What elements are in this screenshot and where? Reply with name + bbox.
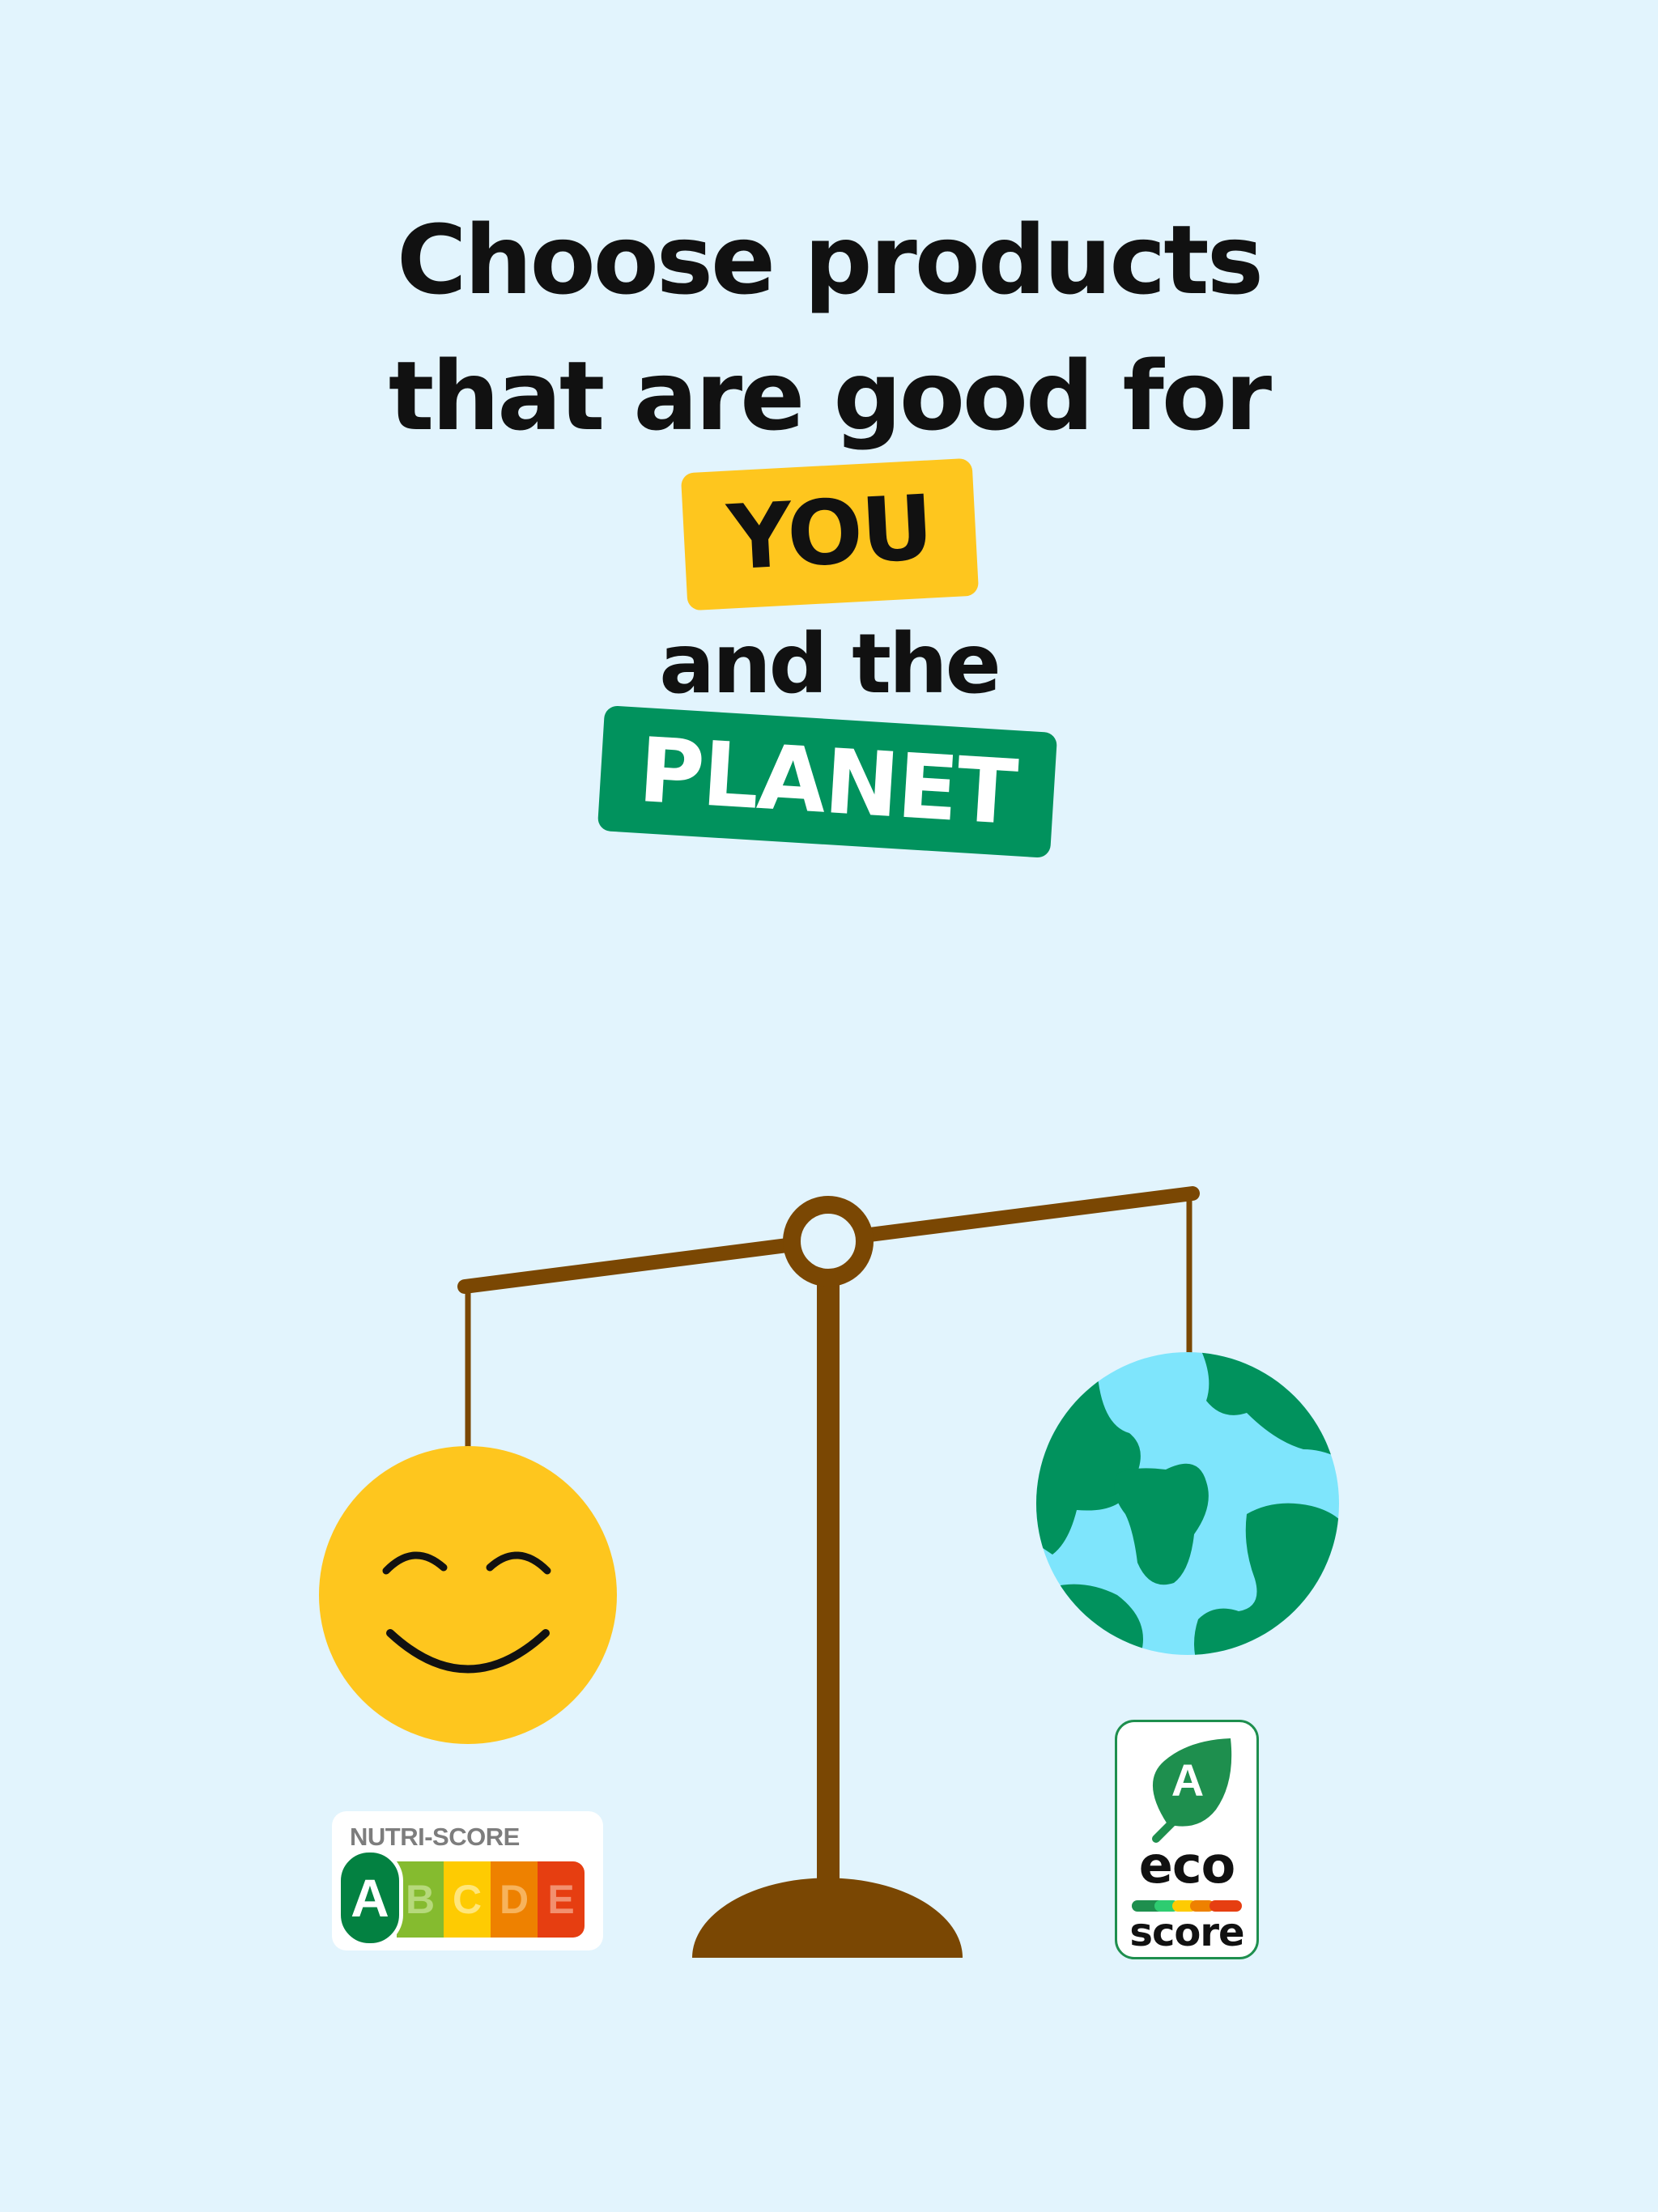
eco-word: eco	[1138, 1836, 1235, 1895]
earth-globe-icon	[1036, 1352, 1339, 1655]
nutri-grade-e: E	[538, 1861, 585, 1938]
eco-score-label: A eco score	[1115, 1720, 1259, 1959]
smiley-face-icon	[319, 1446, 617, 1744]
eco-grade: A	[1171, 1755, 1205, 1806]
nutri-grade-b: B	[397, 1861, 444, 1938]
nutri-grade-c: C	[444, 1861, 491, 1938]
nutri-score-label: NUTRI-SCORE B C D E A	[332, 1811, 603, 1950]
scale-pivot-ring	[783, 1196, 874, 1287]
nutri-score-title: NUTRI-SCORE	[350, 1823, 520, 1851]
nutri-grade-a-selected: A	[337, 1848, 403, 1947]
nutri-grade-d: D	[491, 1861, 538, 1938]
score-word: score	[1129, 1910, 1244, 1955]
scale-pole	[817, 1263, 840, 1895]
balance-scale-illustration	[319, 1186, 1339, 1958]
